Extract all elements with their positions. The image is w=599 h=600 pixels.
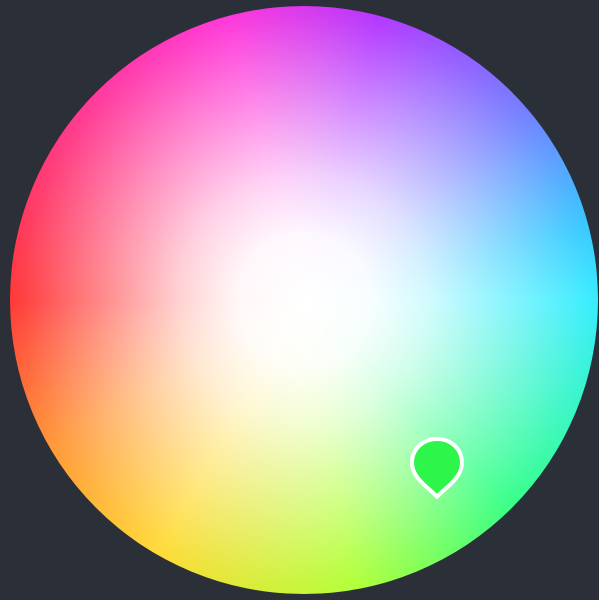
color-picker-panel <box>0 0 599 600</box>
map-pin-icon <box>410 437 464 499</box>
color-picker-thumb[interactable] <box>409 436 465 500</box>
saturation-overlay <box>10 6 598 594</box>
color-wheel[interactable] <box>10 6 598 594</box>
